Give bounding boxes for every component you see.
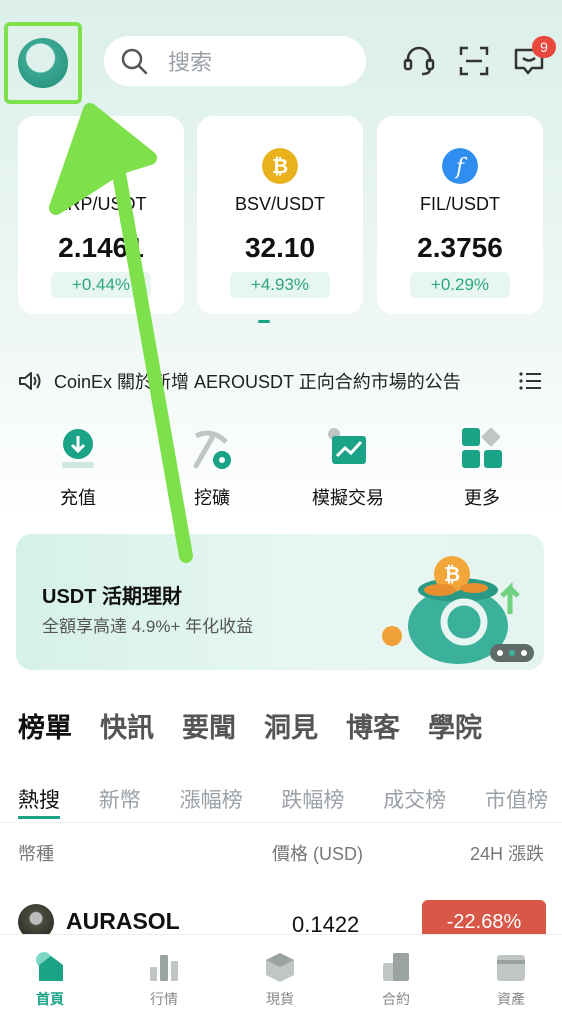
list-icon[interactable] [518,370,542,392]
nav-markets[interactable]: 行情 [108,935,220,1009]
nav-spot-label: 現貨 [266,991,294,1007]
more-label: 更多 [464,488,500,508]
header-price: 價格 (USD) [272,844,363,864]
banner-subtitle: 全額享高達 4.9%+ 年化收益 [42,617,254,636]
speaker-icon [19,372,41,390]
quick-actions: 充值 挖礦 模擬交易 更多 [0,420,562,520]
ticker-change: +4.93% [230,272,330,298]
cube-icon [266,953,294,982]
avatar[interactable] [18,38,68,88]
subtab-market-cap[interactable]: 市值榜 [485,784,548,814]
tab-flash-news[interactable]: 快訊 [100,706,154,745]
carousel-indicator [258,320,270,323]
ticker-pair: FIL/USDT [419,194,500,214]
divider [0,822,562,823]
header-coin: 幣種 [18,844,54,864]
carousel-dot [258,320,270,323]
nav-spot[interactable]: 現貨 [224,935,336,1009]
bottom-nav: 首頁 行情 現貨 合約 資產 [0,934,562,1010]
subtab-volume[interactable]: 成交榜 [383,784,446,814]
svg-text:₿: ₿ [272,154,288,178]
demo-trading-button[interactable]: 模擬交易 [278,420,418,510]
ticker-card-bsv[interactable]: ₿ BSV/USDT 32.10 +4.93% [197,116,363,314]
fil-icon: f [442,148,478,184]
nav-assets[interactable]: 資產 [455,935,562,1009]
banner-title: USDT 活期理財 [42,586,182,608]
ticker-change: +0.29% [410,272,510,298]
more-button[interactable]: 更多 [412,420,552,510]
ticker-card-fil[interactable]: f FIL/USDT 2.3756 +0.29% [377,116,543,314]
search-icon [121,48,148,75]
deposit-label: 充值 [60,488,96,508]
wallet-icon [497,955,525,981]
tab-academy[interactable]: 學院 [428,706,482,745]
ranking-sub-tabs: 熱搜 新幣 漲幅榜 跌幅榜 成交榜 市值榜 [18,784,548,814]
nav-futures[interactable]: 合約 [340,935,452,1009]
subtab-gainers[interactable]: 漲幅榜 [180,784,243,814]
mining-button[interactable]: 挖礦 [142,420,282,510]
ticker-price: 32.10 [244,232,316,263]
message-count-badge: 9 [532,36,556,58]
svg-text:₿: ₿ [444,562,460,586]
nav-home[interactable]: 首頁 [0,935,106,1009]
bar-chart-icon [150,955,178,981]
chart-board-icon [328,428,366,464]
ticker-price: 2.1461 [58,232,144,263]
nav-markets-label: 行情 [150,991,178,1007]
subtab-losers[interactable]: 跌幅榜 [281,784,344,814]
tab-headlines[interactable]: 要聞 [182,706,236,745]
content-tabs: 榜單 快訊 要聞 洞見 博客 學院 [18,706,482,745]
xrp-icon [83,148,119,184]
nav-futures-label: 合約 [382,991,410,1007]
contract-icon [383,953,409,981]
active-subtab-indicator [18,816,60,819]
search-bar[interactable]: 搜索 [104,36,366,86]
nav-home-label: 首頁 [36,991,64,1007]
mining-label: 挖礦 [194,488,230,508]
subtab-new-coins[interactable]: 新幣 [99,784,141,814]
scan-icon[interactable] [457,44,491,78]
ticker-cards: XRP/USDT 2.1461 +0.44% ₿ BSV/USDT 32.10 … [18,116,544,316]
demo-trading-label: 模擬交易 [312,488,384,508]
deposit-button[interactable]: 充值 [8,420,148,510]
bsv-icon: ₿ [262,148,298,184]
search-placeholder: 搜索 [168,50,213,75]
avatar-button[interactable] [4,22,82,104]
promo-banner[interactable]: USDT 活期理財 全額享高達 4.9%+ 年化收益 ₿ [16,534,544,670]
money-bag-illustration: ₿ [382,556,534,664]
grid-icon [462,427,502,468]
coin-name: AURASOL [66,908,180,934]
ticker-pair: BSV/USDT [234,194,326,214]
tab-rankings[interactable]: 榜單 [18,706,72,745]
ticker-price: 2.3756 [417,232,503,263]
top-bar: 搜索 9 [0,0,562,110]
header-24h-change: 24H 漲跌 [469,844,544,864]
ticker-card-xrp[interactable]: XRP/USDT 2.1461 +0.44% [18,116,184,314]
tab-insights[interactable]: 洞見 [264,706,318,745]
home-icon [36,952,63,981]
announcement-bar[interactable]: CoinEx 關於新增 AEROUSDT 正向合約市場的公告 [18,366,544,396]
subtab-hot-search[interactable]: 熱搜 [18,784,60,814]
nav-assets-label: 資產 [497,991,525,1007]
headset-icon[interactable] [402,44,436,78]
announcement-text: CoinEx 關於新增 AEROUSDT 正向合約市場的公告 [54,372,461,392]
tab-blog[interactable]: 博客 [346,706,400,745]
ticker-change: +0.44% [51,272,151,298]
deposit-icon [62,429,94,468]
ticker-pair: XRP/USDT [55,194,147,214]
pickaxe-icon [193,430,231,469]
